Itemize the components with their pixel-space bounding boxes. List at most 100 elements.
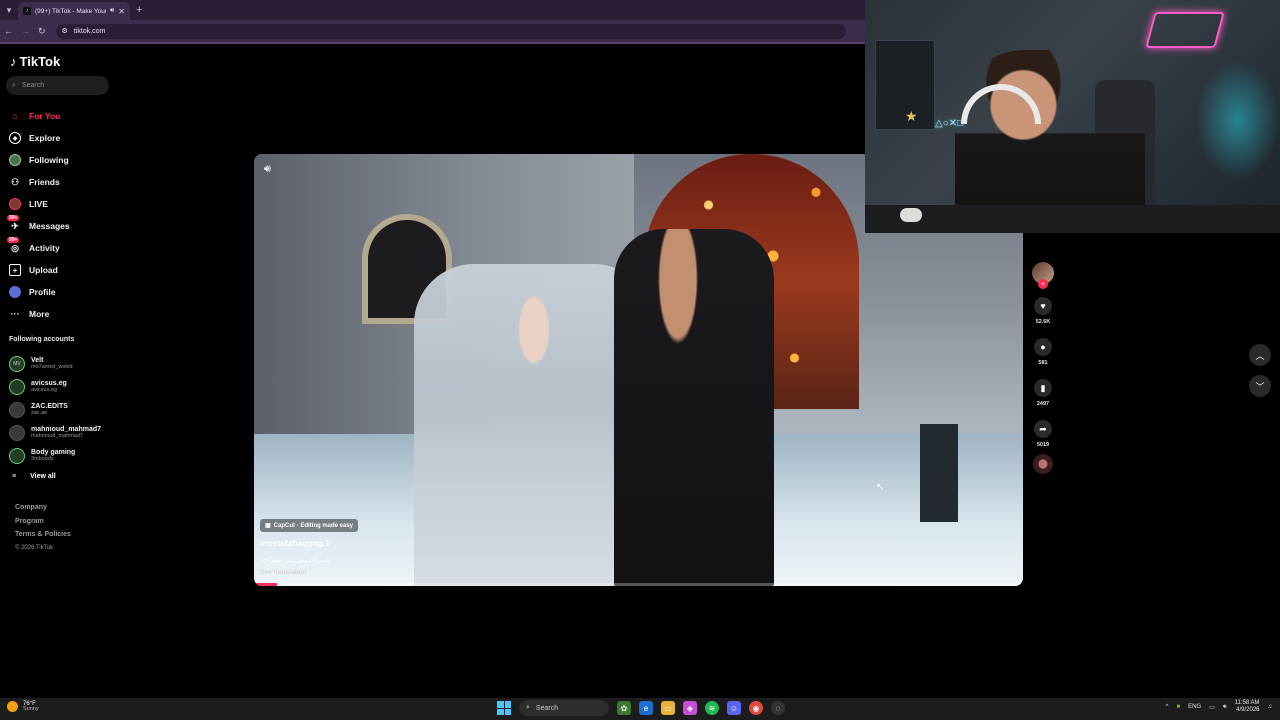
like-button[interactable]: ♥ [1034,297,1052,315]
back-icon[interactable]: ← [4,26,13,36]
volume-tray-icon[interactable]: 🔊︎ [1223,704,1227,711]
capcut-tag[interactable]: ▣ CapCut · Editing made easy [260,519,359,532]
tiktok-logo[interactable]: ♪ TikTok [10,54,60,69]
account-item[interactable]: ZAC.EDITS zac.ae [9,398,101,421]
forward-icon[interactable]: → [21,26,30,36]
new-tab-icon[interactable]: + [136,4,142,16]
trophy-icon: ★ [905,108,918,124]
see-translation-link[interactable]: See translation [260,569,307,576]
footer-company-link[interactable]: Company [15,504,71,518]
nav-explore[interactable]: ◆ Explore [9,127,70,149]
clock[interactable]: 11:58 AM 4/9/2026 [1235,700,1260,714]
discord-app-icon[interactable]: ☺ [727,701,741,715]
nav-activity[interactable]: ◎ 99+ Activity [7,237,70,259]
edge-app-icon[interactable]: e [639,701,653,715]
follow-plus-icon[interactable]: + [1038,279,1048,289]
windows-start-icon[interactable] [497,701,511,715]
avatar [9,401,25,418]
account-handle: avicsus.eg [31,387,57,393]
brand-name: TikTok [19,54,61,69]
nav-label: Profile [29,287,56,297]
taskbar-search[interactable]: ⌕ Search [519,700,609,716]
mouse-icon [900,208,922,222]
address-bar: ← → ↻ ⚙︎ tiktok.com [0,20,865,42]
file-explorer-icon[interactable]: ▭ [661,701,675,715]
network-icon[interactable]: ▭ [1209,704,1215,711]
activity-badge: 99+ [7,237,20,243]
video-scene-groom [614,229,774,586]
nav-live[interactable]: LIVE [9,193,70,215]
tab-title: (99+) TikTok - Make Your Day [35,7,106,15]
nav-label: More [29,309,50,319]
url-field[interactable]: ⚙︎ tiktok.com [55,23,846,39]
search-input[interactable]: ⌕ Search [6,76,109,95]
tab-close-icon[interactable]: ✕ [118,7,125,16]
taskbar-apps: ⌕ Search ✿ e ▭ ◈ ≋ ☺ ◉ ◌ [497,700,785,716]
nav-label: Explore [29,133,61,143]
chrome-app-icon[interactable]: ◉ [749,701,763,715]
reload-icon[interactable]: ↻ [38,26,46,37]
share-icon: ➦ [1039,423,1047,434]
avatar [9,378,25,395]
nav-for-you[interactable]: ⌂ For You [9,105,70,127]
tray-expand-icon[interactable]: ^ [1166,704,1169,710]
obs-app-icon[interactable]: ◌ [771,701,785,715]
video-username[interactable]: mostafahaggag.1 [260,538,330,548]
notification-bell-icon[interactable]: ♫ [1268,704,1273,710]
activity-icon: ◎ 99+ [7,237,20,253]
comment-button[interactable]: ● [1034,338,1052,356]
account-item[interactable]: MV Velt mo7amed_wvled [9,352,101,375]
nav-profile[interactable]: Profile [9,281,70,303]
nvidia-tray-icon[interactable]: ■ [1177,704,1181,710]
tab-audio-icon[interactable]: 🔊︎ [110,7,114,15]
footer-terms-link[interactable]: Terms & Policies [15,531,71,545]
account-handle: mahmoud_mahmad7 [31,433,83,439]
messages-icon: ✈︎ 99+ [7,215,20,231]
url-text: tiktok.com [73,27,106,35]
view-all-label: View all [30,472,56,480]
sidebar-footer: Company Program Terms & Policies © 2026 … [15,504,71,558]
nav-label: Messages [29,221,70,231]
account-name: Velt [31,357,44,364]
music-disc-icon[interactable] [1033,454,1053,474]
more-icon: ··· [10,309,20,319]
messages-badge: 99+ [7,215,20,221]
account-item[interactable]: avicsus.eg avicsus.eg [9,375,101,398]
weather-widget[interactable]: 76°F Sunny [7,701,39,713]
language-indicator[interactable]: ENG [1188,704,1201,710]
account-handle: mo7amed_wvled [31,364,73,370]
nav-upload[interactable]: + Upload [9,259,70,281]
previous-video-button[interactable]: ︿ [1249,344,1271,366]
browser-tab[interactable]: ♪ (99+) TikTok - Make Your Day 🔊︎ ✕ [18,2,130,20]
clock-time: 11:58 AM [1234,700,1260,706]
nav-messages[interactable]: ✈︎ 99+ Messages [7,215,70,237]
account-item[interactable]: mahmoud_mahmad7 mahmoud_mahmad7 [9,421,101,444]
site-info-icon[interactable]: ⚙︎ [62,27,68,35]
nav-following[interactable]: Following [9,149,70,171]
bookmark-icon: ▮ [1040,382,1046,393]
home-icon: ⌂ [12,111,18,121]
widgets-app-icon[interactable]: ✿ [617,701,631,715]
share-button[interactable]: ➦ [1034,420,1052,438]
store-app-icon[interactable]: ◈ [683,701,697,715]
live-icon [9,198,21,210]
creator-avatar[interactable]: + [1032,262,1054,289]
next-video-button[interactable]: ﹀ [1249,375,1271,397]
screen: ▾ ♪ (99+) TikTok - Make Your Day 🔊︎ ✕ + … [0,0,1280,720]
video-description: نفيم لحتوني بس بصراحة [260,557,332,564]
tab-list-icon[interactable]: ▾ [0,0,18,20]
account-item[interactable]: Body gaming 3mboody [9,444,101,467]
bookmark-button[interactable]: ▮ [1034,379,1052,397]
search-icon: ⌕ [12,81,16,89]
volume-icon[interactable]: 🔊︎ [264,163,271,176]
video-progress-bar[interactable] [254,583,1023,586]
capcut-icon: ▣ [265,523,271,529]
footer-program-link[interactable]: Program [15,518,71,532]
chevron-down-icon: ﹀ [1255,381,1265,392]
nav-more[interactable]: ··· More [9,303,70,325]
view-all-button[interactable]: ≡ View all [9,467,101,485]
account-handle: 3mboody [31,456,54,462]
spotify-app-icon[interactable]: ≋ [705,701,719,715]
nav-friends[interactable]: ⚇ Friends [9,171,70,193]
avatar [9,424,25,441]
